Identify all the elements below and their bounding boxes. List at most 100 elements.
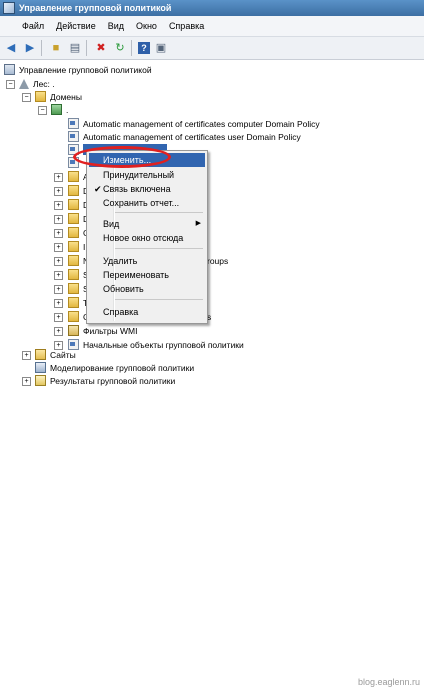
expand-button[interactable]: + xyxy=(54,327,63,336)
menu-help-item[interactable]: Справка xyxy=(89,305,205,319)
expand-button[interactable]: + xyxy=(54,173,63,182)
menu-help-label: Справка xyxy=(103,307,139,317)
collapse-forest-button[interactable]: − xyxy=(6,80,15,89)
expand-button[interactable]: + xyxy=(22,351,31,360)
back-icon[interactable]: ◀ xyxy=(3,40,19,56)
gpmc-icon xyxy=(4,64,15,75)
expand-button[interactable]: + xyxy=(54,229,63,238)
expand-button[interactable]: + xyxy=(22,377,31,386)
tree-gpo-link[interactable]: Automatic management of certificates com… xyxy=(68,117,320,130)
folder-icon xyxy=(68,171,79,182)
up-folder-icon[interactable]: ■ xyxy=(48,40,64,56)
menu-action[interactable]: Действие xyxy=(53,19,99,33)
menu-bar: Файл Действие Вид Окно Справка xyxy=(0,16,424,37)
folder-icon xyxy=(68,269,79,280)
tree-results[interactable]: Результаты групповой политики xyxy=(35,374,175,387)
menu-link-enabled-label: Связь включена xyxy=(103,184,171,194)
checkmark-icon: ✔ xyxy=(94,184,102,194)
properties-icon[interactable]: ▣ xyxy=(153,40,169,56)
folder-icon xyxy=(68,255,79,266)
gpo-link-icon xyxy=(68,144,79,155)
tree-gpo-link[interactable] xyxy=(68,156,83,169)
menu-help[interactable]: Справка xyxy=(166,19,207,33)
tree-domains[interactable]: Домены xyxy=(35,90,82,103)
folder-icon xyxy=(68,227,79,238)
expand-button[interactable]: + xyxy=(54,201,63,210)
menu-file[interactable]: Файл xyxy=(19,19,47,33)
gpo-link-icon xyxy=(68,157,79,168)
tree-modeling[interactable]: Моделирование групповой политики xyxy=(35,361,194,374)
watermark: blog.eaglenn.ru xyxy=(357,677,420,687)
folder-icon xyxy=(68,199,79,210)
tree-wmi-filters[interactable]: Фильтры WMI xyxy=(68,324,138,337)
tree-gpo-link[interactable]: Automatic management of certificates use… xyxy=(68,130,301,143)
menu-save-report[interactable]: Сохранить отчет... xyxy=(89,196,205,210)
menu-window[interactable]: Окно xyxy=(133,19,160,33)
tree-root-label: Управление групповой политикой xyxy=(19,64,152,75)
show-hide-tree-icon[interactable]: ▤ xyxy=(67,40,83,56)
collapse-domain-button[interactable]: − xyxy=(38,106,47,115)
forest-icon xyxy=(19,78,29,89)
tree-root[interactable]: Управление групповой политикой xyxy=(4,63,152,76)
menu-delete[interactable]: Удалить xyxy=(89,254,205,268)
menu-rename[interactable]: Переименовать xyxy=(89,268,205,282)
menu-edit[interactable]: Изменить... xyxy=(89,153,205,167)
folder-icon xyxy=(68,241,79,252)
menu-view[interactable]: Вид ▶ xyxy=(89,217,205,231)
menu-refresh[interactable]: Обновить xyxy=(89,282,205,296)
expand-button[interactable]: + xyxy=(54,215,63,224)
toolbar-separator xyxy=(131,40,132,56)
menu-separator xyxy=(115,212,203,213)
folder-icon xyxy=(68,213,79,224)
expand-button[interactable]: + xyxy=(54,243,63,252)
gpo-link-icon xyxy=(68,131,79,142)
delete-icon[interactable]: ✖ xyxy=(93,40,109,56)
console-tree: Управление групповой политикой − Лес: . … xyxy=(0,60,424,691)
tree-starter-gpos[interactable]: Начальные объекты групповой политики xyxy=(68,338,244,351)
menu-enforced[interactable]: Принудительный xyxy=(89,168,205,182)
gpo-link-icon xyxy=(68,118,79,129)
tree-gpo-link-label: Automatic management of certificates com… xyxy=(83,118,320,129)
folder-icon xyxy=(68,185,79,196)
tree-domain-label: . xyxy=(66,104,69,115)
expand-button[interactable]: + xyxy=(54,187,63,196)
toolbar-separator xyxy=(41,40,42,56)
forward-icon[interactable]: ▶ xyxy=(22,40,38,56)
menu-view[interactable]: Вид xyxy=(105,19,127,33)
context-menu: Изменить... Принудительный ✔ Связь включ… xyxy=(86,150,208,324)
collapse-domains-button[interactable]: − xyxy=(22,93,31,102)
toolbar: ◀ ▶ ■ ▤ ✖ ↻ ? ▣ xyxy=(0,37,424,60)
tree-domains-label: Домены xyxy=(50,91,82,102)
expand-button[interactable]: + xyxy=(54,257,63,266)
tree-ou[interactable]: I xyxy=(68,240,85,253)
sites-icon xyxy=(35,349,46,360)
tree-modeling-label: Моделирование групповой политики xyxy=(50,362,195,373)
refresh-icon[interactable]: ↻ xyxy=(112,40,128,56)
expand-button[interactable]: + xyxy=(54,271,63,280)
expand-button[interactable]: + xyxy=(54,313,63,322)
menu-rename-label: Переименовать xyxy=(103,270,169,280)
folder-icon xyxy=(35,91,46,102)
tree-forest[interactable]: Лес: . xyxy=(19,77,55,90)
menu-new-window[interactable]: Новое окно отсюда xyxy=(89,231,205,245)
folder-icon xyxy=(68,311,79,322)
tree-gpo-link-label: Automatic management of certificates use… xyxy=(83,131,301,142)
window-title: Управление групповой политикой xyxy=(19,3,172,13)
menu-delete-label: Удалить xyxy=(103,256,138,266)
wmi-filters-icon xyxy=(68,325,79,336)
tree-sites[interactable]: Сайты xyxy=(35,348,76,361)
tree-results-label: Результаты групповой политики xyxy=(50,375,176,386)
folder-icon xyxy=(68,283,79,294)
tree-domain[interactable]: . xyxy=(51,103,68,116)
help-icon[interactable]: ? xyxy=(138,42,150,54)
tree-wmi-label: Фильтры WMI xyxy=(83,325,138,336)
menu-edit-label: Изменить... xyxy=(103,155,152,165)
expand-button[interactable]: + xyxy=(54,285,63,294)
tree-forest-label: Лес: . xyxy=(33,78,55,89)
menu-refresh-label: Обновить xyxy=(103,284,144,294)
menu-link-enabled[interactable]: ✔ Связь включена xyxy=(89,182,205,196)
app-icon xyxy=(3,2,15,14)
tree-label-fragment: roups xyxy=(207,254,228,267)
submenu-arrow-icon: ▶ xyxy=(195,220,201,227)
expand-button[interactable]: + xyxy=(54,299,63,308)
